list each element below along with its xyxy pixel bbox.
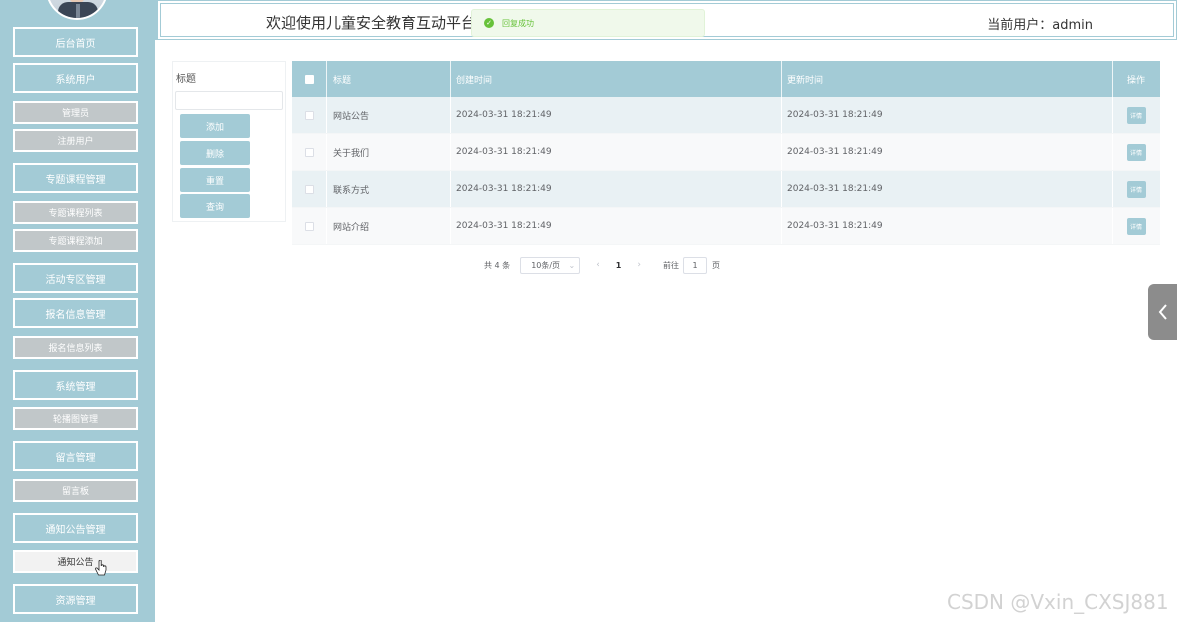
sidebar-item-label: 通知公告: [57, 558, 94, 568]
chevron-left-icon: [1158, 304, 1167, 320]
sidebar-item-label: 专题课程管理: [45, 174, 106, 186]
detail-button[interactable]: 详情: [1126, 217, 1146, 235]
page-size-select[interactable]: 10条/页 ⌄: [520, 256, 581, 274]
sidebar-item-course-add[interactable]: 专题课程添加: [13, 229, 138, 252]
sidebar-item-notice-management[interactable]: 通知公告管理: [13, 513, 138, 543]
sidebar-item-message-board[interactable]: 留言板: [13, 479, 138, 502]
sidebar-item-system-management[interactable]: 系统管理: [13, 370, 138, 400]
sidebar-item-course-management[interactable]: 专题课程管理: [13, 163, 138, 193]
sidebar: 后台首页 系统用户 管理员 注册用户 专题课程管理 专题课程列表 专题课程添加 …: [0, 0, 155, 622]
sidebar-item-label: 注册用户: [57, 137, 94, 147]
sidebar-item-label: 报名信息管理: [45, 309, 106, 321]
row-title: 网站介绍: [333, 222, 370, 233]
column-header-actions: 操作: [1126, 75, 1145, 86]
page-size-value: 10条/页: [531, 260, 561, 270]
sidebar-item-label: 留言管理: [55, 452, 96, 464]
pagination-total: 共 4 条: [484, 260, 511, 270]
sidebar-item-carousel-management[interactable]: 轮播图管理: [13, 407, 138, 430]
row-created: 2024-03-31 18:21:49: [456, 184, 552, 194]
column-header-title[interactable]: 标题: [326, 61, 450, 97]
sidebar-item-label: 资源管理: [55, 595, 96, 607]
table-row: 网站公告 2024-03-31 18:21:49 2024-03-31 18:2…: [292, 97, 1160, 134]
detail-button[interactable]: 详情: [1126, 143, 1146, 161]
row-checkbox[interactable]: [304, 110, 314, 120]
success-toast: ✓ 回复成功: [471, 9, 705, 37]
row-title: 联系方式: [333, 185, 370, 196]
reset-button[interactable]: 重置: [180, 168, 250, 192]
column-header-updated[interactable]: 更新时间: [781, 61, 1112, 97]
select-all-checkbox[interactable]: [304, 74, 314, 84]
sidebar-item-label: 留言板: [61, 487, 89, 497]
row-checkbox[interactable]: [304, 184, 314, 194]
current-user-label: 当前用户：admin: [987, 18, 1093, 33]
sidebar-item-label: 后台首页: [55, 38, 96, 50]
sidebar-item-signup-management[interactable]: 报名信息管理: [13, 298, 138, 328]
select-all-cell: [292, 61, 326, 97]
sidebar-item-resource-management[interactable]: 资源管理: [13, 584, 138, 614]
sidebar-item-message-management[interactable]: 留言管理: [13, 441, 138, 471]
pagination: 共 4 条 10条/页 ⌄ ‹ 1 › 前往 1 页: [484, 256, 720, 274]
table-row: 网站介绍 2024-03-31 18:21:49 2024-03-31 18:2…: [292, 208, 1160, 245]
sidebar-item-registered-users[interactable]: 注册用户: [13, 129, 138, 152]
sidebar-item-course-list[interactable]: 专题课程列表: [13, 201, 138, 224]
row-updated: 2024-03-31 18:21:49: [787, 221, 883, 231]
watermark: CSDN @Vxin_CXSJ881: [947, 590, 1169, 614]
row-created: 2024-03-31 18:21:49: [456, 221, 552, 231]
sidebar-item-label: 通知公告管理: [45, 524, 106, 536]
sidebar-item-home[interactable]: 后台首页: [13, 27, 138, 57]
toast-message: 回复成功: [502, 18, 534, 28]
notice-table: 标题 创建时间 更新时间 操作 网站公告 2024-03-31 18:21:49…: [292, 61, 1160, 245]
sidebar-item-activity-management[interactable]: 活动专区管理: [13, 263, 138, 293]
sidebar-item-system-users[interactable]: 系统用户: [13, 63, 138, 93]
next-page-button[interactable]: ›: [637, 260, 641, 270]
sidebar-item-label: 管理员: [61, 109, 89, 119]
avatar: [46, 0, 108, 20]
goto-page-value: 1: [692, 260, 698, 270]
table-row: 联系方式 2024-03-31 18:21:49 2024-03-31 18:2…: [292, 171, 1160, 208]
goto-page-input[interactable]: 1: [682, 256, 707, 274]
sidebar-item-label: 系统管理: [55, 381, 96, 393]
goto-label: 前往: [662, 260, 679, 270]
title-search-input[interactable]: [175, 91, 283, 110]
chevron-down-icon: ⌄: [568, 260, 576, 270]
sidebar-item-signup-list[interactable]: 报名信息列表: [13, 336, 138, 359]
sidebar-item-label: 活动专区管理: [45, 274, 106, 286]
current-page-number[interactable]: 1: [616, 261, 622, 270]
sidebar-item-label: 报名信息列表: [48, 344, 103, 354]
row-title: 关于我们: [333, 148, 370, 159]
row-updated: 2024-03-31 18:21:49: [787, 110, 883, 120]
title-search-label: 标题: [176, 74, 196, 85]
side-panel-toggle[interactable]: [1148, 284, 1177, 340]
sidebar-item-label: 轮播图管理: [52, 415, 98, 425]
table-header: 标题 创建时间 更新时间 操作: [292, 61, 1160, 97]
row-checkbox[interactable]: [304, 221, 314, 231]
detail-button[interactable]: 详情: [1126, 106, 1146, 124]
hand-cursor-icon: [95, 560, 107, 576]
site-title: 欢迎使用儿童安全教育互动平台: [266, 14, 477, 32]
row-checkbox[interactable]: [304, 147, 314, 157]
sidebar-item-notice[interactable]: 通知公告: [13, 550, 138, 573]
row-created: 2024-03-31 18:21:49: [456, 147, 552, 157]
delete-button[interactable]: 删除: [180, 141, 250, 165]
sidebar-item-label: 专题课程列表: [48, 209, 103, 219]
check-circle-icon: ✓: [484, 18, 494, 28]
search-button[interactable]: 查询: [180, 194, 250, 218]
row-updated: 2024-03-31 18:21:49: [787, 147, 883, 157]
row-created: 2024-03-31 18:21:49: [456, 110, 552, 120]
search-panel: 标题 添加 删除 重置 查询: [172, 61, 286, 222]
add-button[interactable]: 添加: [180, 114, 250, 138]
detail-button[interactable]: 详情: [1126, 180, 1146, 198]
row-updated: 2024-03-31 18:21:49: [787, 184, 883, 194]
prev-page-button[interactable]: ‹: [596, 260, 600, 270]
table-row: 关于我们 2024-03-31 18:21:49 2024-03-31 18:2…: [292, 134, 1160, 171]
column-header-created[interactable]: 创建时间: [450, 61, 781, 97]
sidebar-item-label: 专题课程添加: [48, 237, 103, 247]
goto-unit-label: 页: [711, 260, 720, 270]
sidebar-item-admin[interactable]: 管理员: [13, 101, 138, 124]
sidebar-item-label: 系统用户: [55, 74, 96, 86]
row-title: 网站公告: [333, 111, 370, 122]
